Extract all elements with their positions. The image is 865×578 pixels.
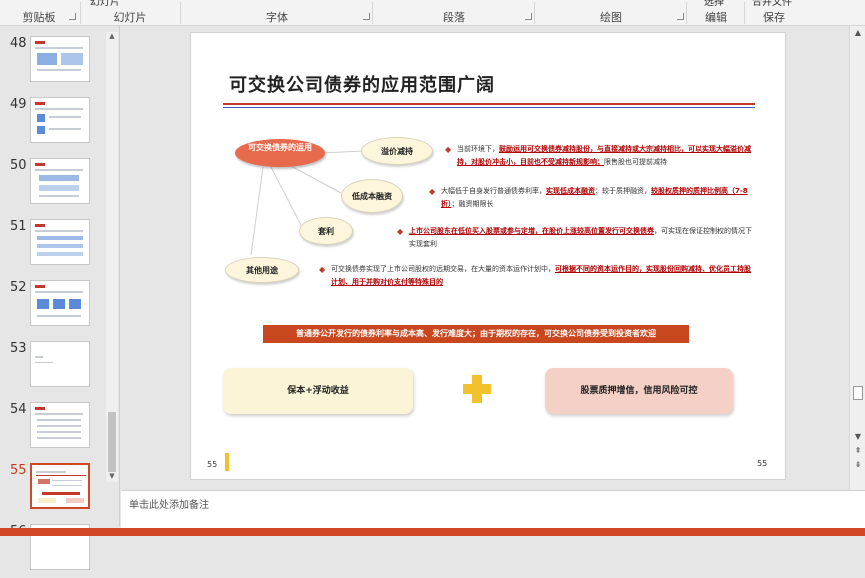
slide-thumbnail[interactable]: 49 — [0, 91, 120, 151]
desc-text: 限售股也可提前减持 — [604, 158, 667, 166]
ribbon-group-clipboard: 剪贴板 — [0, 0, 78, 26]
feature-box-credit[interactable]: 股票质押增信，信用风险可控 — [545, 368, 733, 414]
ribbon-group-drawing: 绘图 — [536, 0, 686, 26]
slide-number: 51 — [10, 219, 27, 234]
feature-box-principal[interactable]: 保本+浮动收益 — [223, 368, 413, 414]
slide-thumbnail-selected[interactable]: 55 — [0, 457, 120, 517]
slide-thumbnail[interactable]: 53 — [0, 335, 120, 395]
slide-thumbnail[interactable]: 52 — [0, 274, 120, 334]
slide-number: 53 — [10, 341, 27, 356]
slide-canvas[interactable]: 可交换公司债券的应用范围广阔 可交换债券的运用 溢价减持 低成本融资 套利 其他… — [190, 32, 786, 480]
ribbon-group-label: 编辑 — [705, 11, 727, 24]
mindmap-node-other-uses[interactable]: 其他用途 — [225, 257, 299, 283]
desc-text: ；较于质押融资， — [595, 187, 651, 195]
page-number-left: 55 — [207, 460, 218, 469]
slide-number: 49 — [10, 97, 27, 112]
new-slide-button-label[interactable]: 幻灯片 — [90, 0, 120, 8]
desc-emphasis: 上市公司股东在低位买入股票或参与定增，在股价上涨较高位置发行可交换债券 — [409, 227, 654, 235]
slide-number: 48 — [10, 36, 27, 51]
slide-preview[interactable] — [30, 158, 90, 204]
plus-icon-horizontal — [463, 384, 491, 394]
page-number-right: 55 — [757, 459, 768, 468]
mindmap-node-low-cost-financing[interactable]: 低成本融资 — [341, 179, 403, 213]
slide-preview[interactable] — [30, 219, 90, 265]
slide-number: 52 — [10, 280, 27, 295]
slide-preview[interactable] — [30, 97, 90, 143]
ribbon-group-editing: 选择 编辑 — [688, 0, 744, 26]
previous-slide-icon[interactable]: ⇞ — [850, 446, 865, 455]
mindmap-center[interactable]: 可交换债券的运用 — [235, 139, 325, 167]
scroll-up-icon[interactable]: ▲ — [850, 28, 865, 37]
scroll-down-icon[interactable]: ▼ — [850, 432, 865, 441]
slide-thumbnails-pane: 48 49 50 51 52 53 54 55 ▲ ▼ — [0, 26, 120, 570]
notes-placeholder[interactable]: 单击此处添加备注 — [129, 496, 209, 511]
bullet-diamond-icon: ◆ — [319, 265, 326, 274]
status-bar — [0, 528, 865, 536]
description-low-cost-financing[interactable]: ◆ 大幅低于自身发行普通债券利率，实现低成本融资；较于质押融资，较股权质押的质押… — [429, 185, 757, 211]
ribbon-group-label: 保存 — [763, 11, 785, 24]
slide-thumbnail[interactable]: 51 — [0, 213, 120, 273]
description-premium-reduction[interactable]: ◆ 当前环境下，鼓励运用可交换债券减持股份，与直接减持或大宗减持相比，可以实现大… — [445, 143, 757, 169]
slide-preview[interactable] — [30, 341, 90, 387]
slide-preview[interactable] — [30, 402, 90, 448]
bullet-diamond-icon: ◆ — [445, 145, 452, 154]
dialog-launcher-icon[interactable] — [69, 13, 76, 20]
select-button-label[interactable]: 选择 — [704, 0, 724, 8]
slide-thumbnail[interactable]: 56 — [0, 518, 120, 578]
slide-number: 54 — [10, 402, 27, 417]
slide-thumbnail[interactable]: 54 — [0, 396, 120, 456]
mindmap-node-premium-reduction[interactable]: 溢价减持 — [361, 137, 433, 165]
bullet-diamond-icon: ◆ — [397, 227, 404, 236]
page-accent-bar — [225, 453, 229, 471]
next-slide-icon[interactable]: ⇟ — [850, 460, 865, 469]
slide-preview[interactable] — [30, 280, 90, 326]
description-other-uses[interactable]: ◆ 可交换债券实现了上市公司股权的远期交易，在大量的资本运作计划中，可根据不同的… — [319, 263, 757, 289]
slide-preview[interactable] — [30, 36, 90, 82]
slide-number: 55 — [10, 463, 27, 478]
slide-editing-area: 可交换公司债券的应用范围广阔 可交换债券的运用 溢价减持 低成本融资 套利 其他… — [121, 26, 849, 490]
summary-banner[interactable]: 普通券公开发行的债券利率与成本高、发行难度大；由于期权的存在，可交换公司债券受到… — [263, 325, 689, 343]
dialog-launcher-icon[interactable] — [363, 13, 370, 20]
ribbon-group-label: 绘图 — [600, 11, 622, 24]
slide-thumbnail[interactable]: 48 — [0, 30, 120, 90]
desc-text: ；融资期限长 — [451, 200, 494, 208]
slide-thumbnail[interactable]: 50 — [0, 152, 120, 212]
ribbon-group-label: 幻灯片 — [113, 11, 147, 24]
bullet-diamond-icon: ◆ — [429, 187, 436, 196]
notes-pane[interactable]: 单击此处添加备注 — [121, 490, 865, 528]
dialog-launcher-icon[interactable] — [525, 13, 532, 20]
merge-files-button-label[interactable]: 合并文件 — [752, 0, 792, 8]
ribbon-group-font: 字体 — [182, 0, 372, 26]
ribbon: 剪贴板 幻灯片 幻灯片 字体 段落 绘图 选择 编辑 合并文件 保存 — [0, 0, 865, 26]
slide-number: 50 — [10, 158, 27, 173]
desc-text: 大幅低于自身发行普通债券利率， — [441, 187, 546, 195]
mindmap-node-arbitrage[interactable]: 套利 — [299, 217, 353, 245]
editor-vertical-scrollbar[interactable]: ▲ ▼ ⇞ ⇟ — [849, 26, 865, 490]
scroll-down-icon[interactable]: ▼ — [108, 472, 116, 480]
desc-emphasis: 实现低成本融资 — [546, 187, 595, 195]
slide-preview[interactable] — [30, 463, 90, 509]
desc-text: 当前环境下， — [457, 145, 499, 153]
ribbon-group-save: 合并文件 保存 — [746, 0, 802, 26]
thumbnails-scrollbar[interactable]: ▲ ▼ — [106, 32, 118, 482]
scrollbar-thumb[interactable] — [108, 412, 116, 472]
ribbon-group-slides: 幻灯片 幻灯片 — [82, 0, 178, 26]
description-arbitrage[interactable]: ◆ 上市公司股东在低位买入股票或参与定增，在股价上涨较高位置发行可交换债券，可实… — [397, 225, 757, 251]
scroll-up-icon[interactable]: ▲ — [108, 32, 116, 40]
ribbon-group-label: 字体 — [266, 11, 288, 24]
ribbon-group-label: 段落 — [443, 11, 465, 24]
ribbon-group-label: 剪贴板 — [22, 11, 56, 24]
dialog-launcher-icon[interactable] — [677, 13, 684, 20]
scrollbar-thumb[interactable] — [853, 386, 863, 400]
ribbon-group-paragraph: 段落 — [374, 0, 534, 26]
desc-text: 可交换债券实现了上市公司股权的远期交易，在大量的资本运作计划中， — [331, 265, 555, 273]
